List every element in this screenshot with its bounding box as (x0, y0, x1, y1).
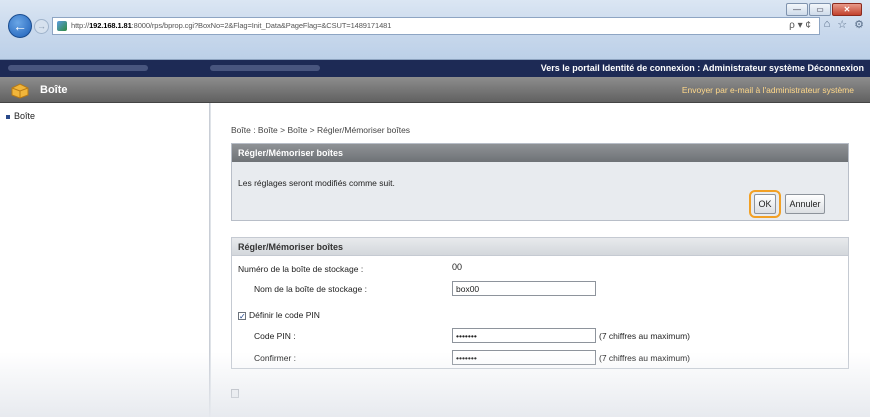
email-admin-link[interactable]: Envoyer par e-mail à l'administrateur sy… (682, 85, 854, 95)
confirm-note: (7 chiffres au maximum) (599, 353, 691, 363)
box-number-value: 00 (452, 262, 463, 272)
pin-label: Code PIN : (254, 331, 296, 341)
confirm-label: Confirmer : (254, 353, 297, 363)
ok-button[interactable]: OK (754, 194, 776, 214)
confirm-pin-input[interactable]: ••••••• (452, 350, 596, 365)
app-title-bar: Boîte Envoyer par e-mail à l'administrat… (0, 77, 870, 103)
browser-toolbar: — ▭ ✕ ← → http://192.168.1.81:8000/rps/b… (0, 0, 870, 60)
box-name-label: Nom de la boîte de stockage : (254, 284, 367, 294)
settings-panel: Régler/Mémoriser boîtes Numéro de la boî… (231, 237, 849, 369)
box-logo-icon (11, 83, 29, 99)
box-name-input[interactable]: box00 (452, 281, 596, 296)
url-text: http://192.168.1.81:8000/rps/bprop.cgi?B… (71, 21, 392, 30)
pin-input[interactable]: ••••••• (452, 328, 596, 343)
address-bar[interactable]: http://192.168.1.81:8000/rps/bprop.cgi?B… (52, 17, 820, 35)
cancel-button[interactable]: Annuler (785, 194, 825, 214)
page-title: Boîte (40, 84, 68, 96)
confirm-panel-title: Régler/Mémoriser boîtes (232, 144, 848, 162)
box-number-label: Numéro de la boîte de stockage : (238, 264, 364, 274)
pin-note: (7 chiffres au maximum) (599, 331, 691, 341)
confirm-panel: Régler/Mémoriser boîtes Les réglages ser… (231, 143, 849, 221)
confirmation-message: Les réglages seront modifiés comme suit. (238, 178, 395, 188)
redacted-device-model (210, 65, 320, 71)
pin-checkbox[interactable]: ✓ (238, 312, 246, 321)
forward-arrow-icon[interactable]: → (34, 19, 49, 34)
browser-tools: ⌂ ☆ ⚙ (824, 18, 864, 31)
home-icon[interactable]: ⌂ (824, 18, 831, 31)
back-arrow-icon[interactable]: ← (8, 14, 32, 38)
page-icon (231, 389, 239, 398)
settings-panel-title: Régler/Mémoriser boîtes (232, 238, 848, 256)
navigation-row: ← → http://192.168.1.81:8000/rps/bprop.c… (8, 14, 864, 38)
redacted-device-name (8, 65, 148, 71)
top-links[interactable]: Vers le portail Identité de connexion : … (541, 63, 864, 73)
bullet-icon (6, 114, 10, 119)
main-content: Boîte : Boîte > Boîte > Régler/Mémoriser… (211, 103, 870, 417)
breadcrumb: Boîte : Boîte > Boîte > Régler/Mémoriser… (231, 125, 411, 135)
top-navigation-strip: Vers le portail Identité de connexion : … (0, 60, 870, 77)
site-favicon-icon (57, 21, 67, 31)
sidebar: Boîte (0, 103, 210, 417)
settings-gear-icon[interactable]: ⚙ (854, 18, 864, 31)
favorites-star-icon[interactable]: ☆ (837, 18, 847, 31)
search-refresh-icons[interactable]: ρ ▾ ¢ (789, 20, 811, 31)
sidebar-item-boite[interactable]: Boîte (6, 111, 35, 121)
pin-checkbox-row[interactable]: ✓ Définir le code PIN (238, 310, 320, 321)
